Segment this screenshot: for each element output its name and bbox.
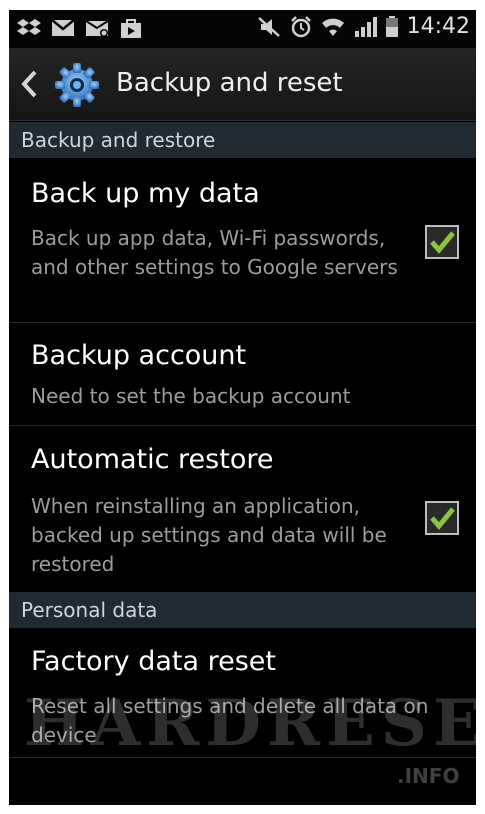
pref-automatic-restore[interactable]: Automatic restore When reinstalling an a… bbox=[9, 426, 476, 588]
wifi-icon bbox=[321, 18, 344, 36]
watermark-logo: HARDRESET bbox=[24, 686, 476, 761]
mute-icon bbox=[257, 16, 280, 37]
dropbox-icon bbox=[17, 19, 41, 35]
section-header-personal-data: Personal data bbox=[9, 592, 476, 628]
signal-icon bbox=[354, 16, 377, 37]
voicemail-icon bbox=[85, 20, 109, 37]
status-bar: 14:42 bbox=[9, 10, 476, 48]
chevron-left-icon[interactable] bbox=[15, 66, 45, 102]
pref-summary: When reinstalling an application, backed… bbox=[31, 494, 387, 576]
pref-backup-account[interactable]: Backup account Need to set the backup ac… bbox=[9, 323, 476, 426]
pref-title: Factory data reset bbox=[31, 646, 276, 677]
clock-time: 14:42 bbox=[406, 14, 470, 39]
pref-title: Back up my data bbox=[31, 178, 260, 209]
phone-screen: 14:42 Backup and reset Backup and restor… bbox=[9, 10, 476, 805]
alarm-icon bbox=[290, 15, 311, 37]
checkbox-checked-icon[interactable] bbox=[424, 500, 460, 536]
pref-title: Automatic restore bbox=[31, 444, 274, 475]
pref-title: Backup account bbox=[31, 340, 247, 371]
action-bar: Backup and reset bbox=[9, 48, 476, 121]
pref-summary: Need to set the backup account bbox=[31, 384, 351, 408]
pref-summary: Back up app data, Wi-Fi passwords, and o… bbox=[31, 226, 398, 279]
gmail-icon bbox=[51, 19, 75, 36]
section-header-backup-restore: Backup and restore bbox=[9, 122, 476, 158]
settings-gear-icon bbox=[55, 63, 99, 107]
page-title: Backup and reset bbox=[116, 68, 343, 98]
watermark-suffix: .INFO bbox=[397, 764, 460, 788]
pref-back-up-my-data[interactable]: Back up my data Back up app data, Wi-Fi … bbox=[9, 158, 476, 323]
shopping-icon bbox=[121, 19, 141, 38]
battery-icon bbox=[385, 15, 398, 37]
checkbox-checked-icon[interactable] bbox=[424, 224, 460, 260]
